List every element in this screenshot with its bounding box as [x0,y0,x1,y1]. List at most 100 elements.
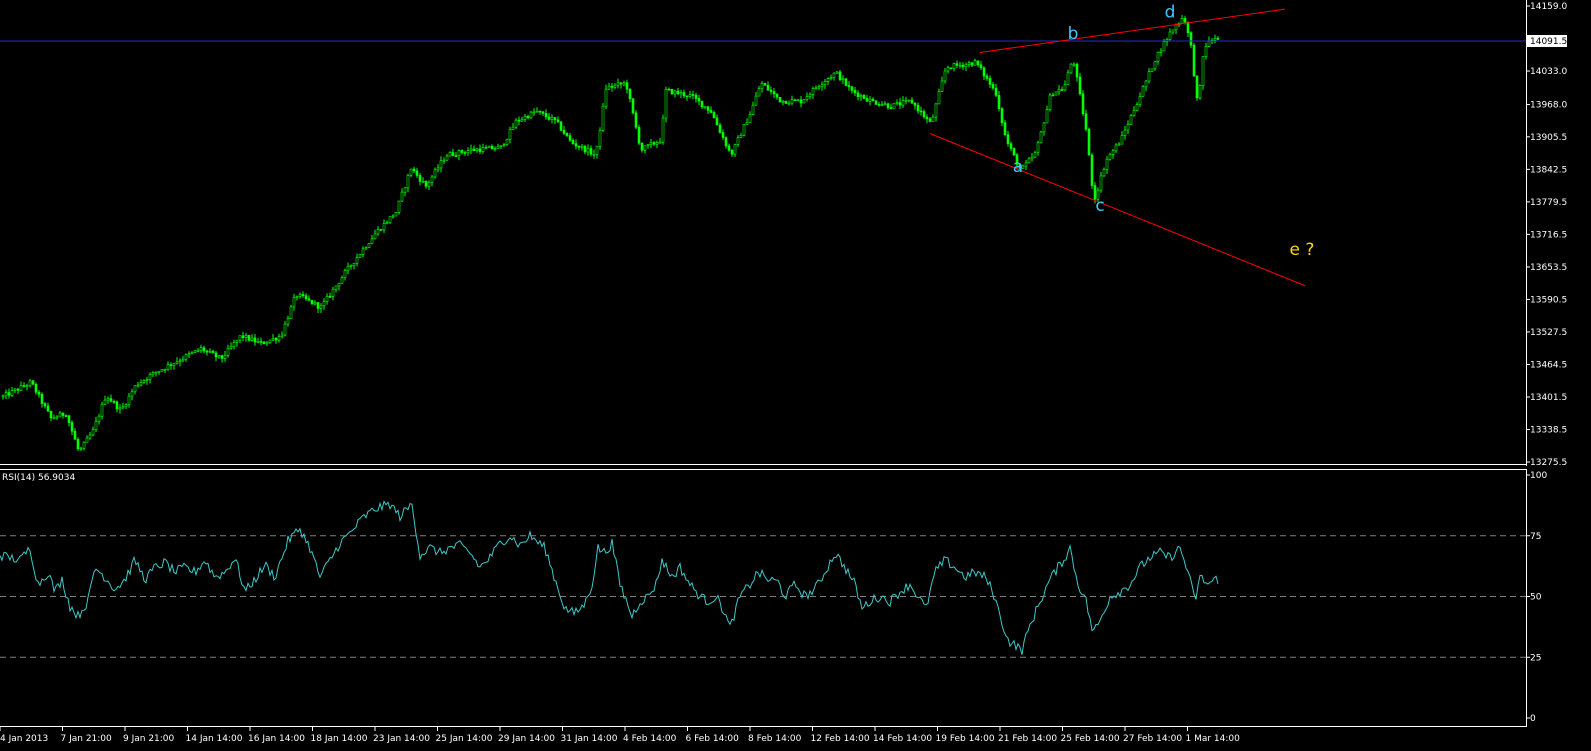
bear-candle [22,385,26,387]
bear-candle [730,149,734,155]
price-tick-label: 13842.5 [1530,165,1567,175]
bull-candle [796,99,800,102]
bull-candle [142,380,146,383]
bull-candle [124,404,128,408]
bull-candle [505,139,509,146]
bull-candle [97,415,101,422]
bear-candle [1090,154,1094,186]
bull-candle [1126,124,1130,131]
bull-candle [391,215,395,218]
bull-candle [814,87,818,90]
bear-candle [202,347,206,352]
bear-candle [1195,75,1199,99]
bear-candle [925,116,929,120]
bull-candle [520,119,524,122]
bull-candle [661,117,665,143]
bull-candle [256,341,260,343]
bear-candle [862,95,866,99]
bear-candle [253,337,257,343]
bear-candle [559,121,563,131]
bear-candle [784,100,788,104]
bull-candle [358,254,362,258]
bear-candle [772,91,776,95]
bull-candle [958,64,962,67]
bull-candle [430,176,434,183]
bull-candle [103,399,107,405]
bull-candle [592,153,596,156]
bull-candle [319,305,323,309]
rsi-tick-label: 0 [1530,714,1536,724]
price-tick-label: 13464.5 [1530,360,1567,370]
bear-candle [574,143,578,147]
bull-candle [514,119,518,128]
bear-candle [43,403,47,407]
bear-candle [709,110,713,113]
bull-candle [331,288,335,297]
price-tick-label: 13716.5 [1530,230,1567,240]
bull-candle [364,247,368,250]
time-tick-label: 6 Feb 14:00 [686,734,740,744]
bull-candle [352,262,356,266]
bull-candle [100,404,104,417]
bear-candle [259,341,263,343]
rsi-line [0,499,1219,655]
bear-candle [412,168,416,172]
bear-candle [379,229,383,231]
bear-candle [1003,122,1007,136]
bull-candle [79,447,83,450]
time-tick-label: 12 Feb 14:00 [811,734,870,744]
bear-candle [715,117,719,126]
bull-candle [427,182,431,187]
bull-candle [1168,31,1172,40]
bull-candle [289,306,293,319]
time-tick-label: 31 Jan 14:00 [561,734,618,744]
bull-candle [880,104,884,106]
bear-candle [922,111,926,118]
bull-candle [673,90,677,95]
bull-candle [187,353,191,356]
time-tick-label: 23 Jan 14:00 [373,734,430,744]
bull-candle [511,126,515,130]
bear-candle [982,67,986,77]
bear-candle [985,75,989,79]
bear-candle [526,115,530,119]
bull-candle [1201,56,1205,86]
bull-candle [1054,91,1058,96]
bull-candle [868,98,872,102]
bull-candle [400,191,404,202]
bull-candle [1102,169,1106,177]
trend-line [979,8,1286,53]
bear-candle [109,398,113,402]
bear-candle [328,295,332,298]
bear-candle [538,110,542,113]
bull-candle [4,392,8,397]
bull-candle [757,88,761,97]
bear-candle [877,103,881,106]
bull-candle [217,355,221,358]
bear-candle [778,96,782,103]
bear-candle [628,88,632,99]
bull-candle [832,72,836,78]
time-tick-label: 1 Mar 14:00 [1186,734,1241,744]
bear-candle [571,139,575,144]
bear-candle [856,92,860,98]
bear-candle [997,95,1001,109]
bull-candle [607,85,611,90]
bull-candle [388,216,392,223]
bear-candle [886,103,890,108]
bear-candle [700,100,704,108]
bull-candle [964,63,968,68]
bear-candle [115,401,119,410]
bull-candle [946,67,950,72]
bull-candle [535,110,539,113]
bull-candle [529,111,533,119]
bear-candle [517,119,521,122]
time-tick-label: 14 Feb 14:00 [873,734,932,744]
bear-candle [667,88,671,91]
bull-candle [616,82,620,86]
bull-candle [475,148,479,151]
bull-candle [1207,40,1211,47]
bull-candle [829,77,833,79]
bear-candle [247,335,251,341]
bear-candle [1012,148,1016,156]
